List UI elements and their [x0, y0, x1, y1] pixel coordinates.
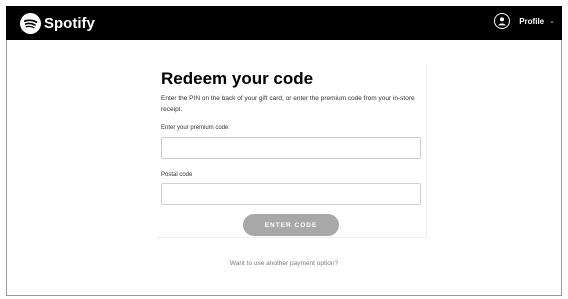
alternate-payment-link[interactable]: Want to use another payment option?	[0, 260, 568, 267]
premium-code-label: Enter your premium code	[161, 125, 229, 131]
enter-code-button[interactable]: ENTER CODE	[243, 214, 339, 236]
postal-code-label: Postal code	[161, 172, 193, 178]
spotify-logo-icon	[20, 13, 41, 34]
chevron-down-icon: ⌄	[549, 18, 555, 25]
top-nav-bar: Spotify Profile ⌄	[6, 6, 562, 40]
premium-code-input[interactable]	[161, 137, 421, 159]
spotify-logo[interactable]: Spotify	[20, 13, 95, 34]
user-circle-icon	[494, 13, 511, 29]
brand-name: Spotify	[44, 15, 95, 32]
postal-code-input[interactable]	[161, 183, 421, 205]
profile-menu[interactable]: Profile ⌄	[494, 13, 555, 29]
profile-label: Profile	[519, 16, 545, 26]
page-title: Redeem your code	[161, 69, 314, 88]
redeem-description: Enter the PIN on the back of your gift c…	[161, 95, 415, 113]
